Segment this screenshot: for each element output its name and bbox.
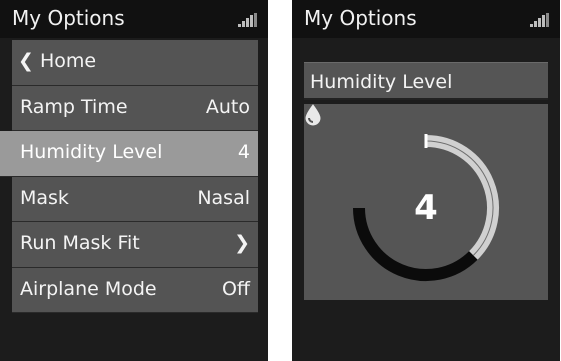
humidity-level-screen: My Options Humidity Level 4 [292, 0, 560, 361]
chevron-left-icon: ❮ [18, 50, 34, 72]
options-menu: ❮ Home Ramp Time Auto Humidity Level 4 M… [0, 40, 258, 313]
signal-strength-icon [530, 13, 550, 27]
menu-item-label: Home [39, 50, 97, 72]
title-bar: My Options [0, 0, 268, 38]
screen-title: My Options [12, 6, 125, 30]
setting-title: Humidity Level [310, 71, 453, 93]
gauge-start-marker [424, 134, 428, 148]
menu-item-label: Mask [20, 186, 69, 209]
menu-item-value: 4 [237, 141, 250, 163]
menu-item-label: Ramp Time [20, 95, 128, 118]
menu-item-value: Auto [205, 95, 250, 118]
menu-item-mask[interactable]: Mask Nasal [12, 176, 258, 222]
menu-item-ramp-time[interactable]: Ramp Time Auto [12, 85, 258, 131]
signal-strength-icon [238, 13, 258, 27]
setting-header: Humidity Level [304, 62, 548, 100]
menu-item-value: Nasal [197, 186, 250, 209]
menu-item-label: Run Mask Fit [20, 232, 140, 254]
humidity-dial[interactable]: 4 [304, 104, 548, 300]
screen-title: My Options [304, 6, 417, 30]
menu-item-home[interactable]: ❮ Home [12, 40, 258, 86]
chevron-right-icon: ❯ [234, 232, 250, 254]
menu-item-label: Humidity Level [20, 141, 163, 163]
menu-item-value: Off [221, 277, 250, 300]
title-bar: My Options [292, 0, 560, 38]
menu-item-label: Airplane Mode [20, 277, 157, 300]
humidity-level-value: 4 [414, 188, 438, 228]
menu-item-humidity-level[interactable]: Humidity Level 4 [0, 131, 258, 177]
menu-item-airplane-mode[interactable]: Airplane Mode Off [12, 267, 258, 313]
water-drop-icon [305, 104, 321, 126]
options-menu-screen: My Options ❮ Home Ramp Time Auto Humidit… [0, 0, 268, 361]
menu-item-run-mask-fit[interactable]: Run Mask Fit ❯ [12, 222, 258, 268]
